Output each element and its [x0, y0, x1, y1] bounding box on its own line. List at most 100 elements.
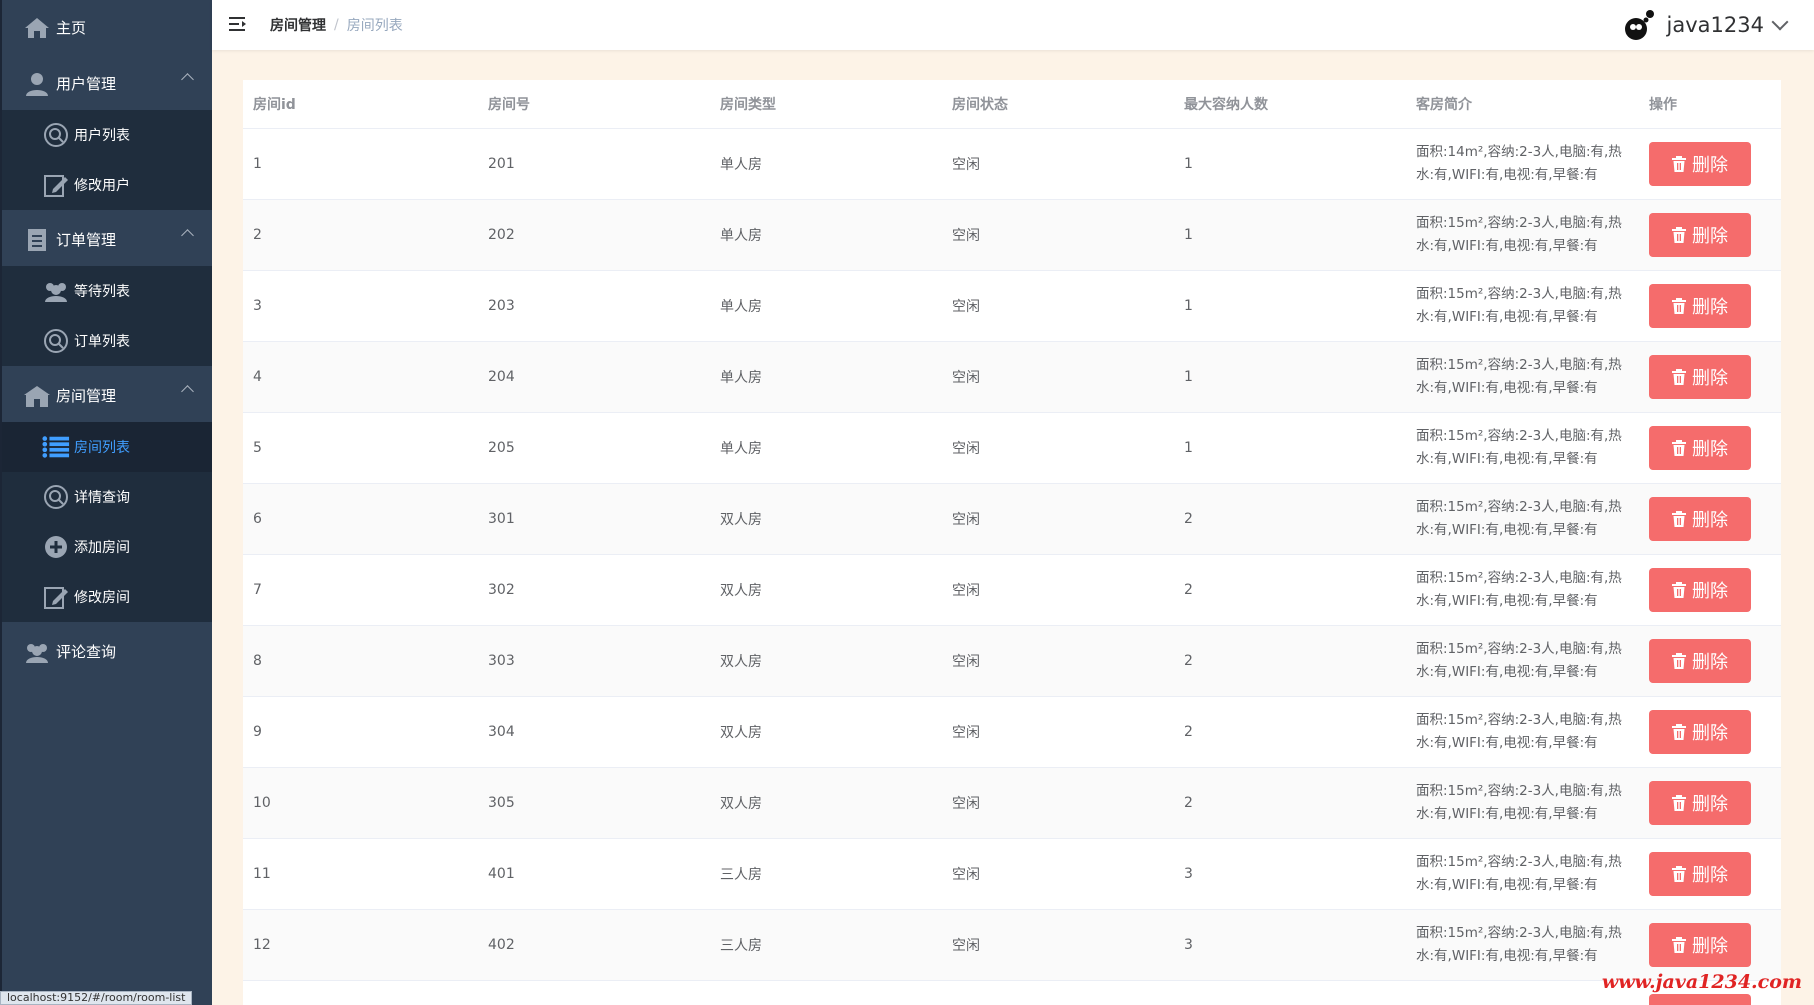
sidebar-item-user-list[interactable]: 用户列表: [2, 110, 212, 160]
table-row: 3 203 单人房 空闲 1 面积:15m²,容纳:2-3人,电脑:有,热 水:有,WIFI…: [243, 270, 1781, 342]
trash-icon: [1672, 723, 1692, 740]
description-line: 面积:15m²,容纳:2-3人,电脑:有,热: [1416, 498, 1622, 515]
cell-description: 面积:15m²,容纳:2-3人,电脑:有,热 水:有,WIFI:有,电视:有,早餐…: [1406, 767, 1639, 839]
delete-button[interactable]: 删除: [1649, 567, 1751, 612]
description-line: 水:有,WIFI:有,电视:有,早餐:有: [1416, 379, 1598, 396]
column-header-actions: 操作: [1639, 80, 1781, 129]
cell-max-occupancy: 1: [1174, 199, 1406, 271]
sidebar-label-order-mgmt: 订单管理: [56, 231, 117, 249]
room-table: 房间id 房间号 房间类型 房间状态 最大容纳人数 客房简介 操作 1 201 单人…: [243, 80, 1781, 1005]
description-line: 面积:15m²,容纳:2-3人,电脑:有,热: [1416, 853, 1622, 870]
description-line: 水:有,WIFI:有,电视:有,早餐:有: [1416, 947, 1598, 964]
sidebar-item-order-list[interactable]: 订单列表: [2, 316, 212, 366]
cell-room-status: 空闲: [942, 696, 1174, 768]
trash-icon: [1672, 368, 1692, 385]
trash-icon: [1672, 581, 1692, 598]
cell-actions: 删除: [1639, 909, 1781, 981]
sidebar-item-user-mgmt[interactable]: 用户管理: [2, 57, 212, 110]
delete-button[interactable]: 删除: [1649, 141, 1751, 186]
delete-button[interactable]: 删除: [1649, 638, 1751, 683]
delete-button[interactable]: 删除: [1649, 283, 1751, 328]
delete-button[interactable]: 删除: [1649, 780, 1751, 825]
breadcrumb-item-room-list: 房间列表: [346, 18, 403, 34]
cell-description: 面积:15m²,容纳:2-3人,电脑:有,热 水:有,WIFI:有,电视:有,早餐…: [1406, 696, 1639, 768]
delete-button-label: 删除: [1692, 225, 1728, 247]
user-dropdown[interactable]: java1234: [1623, 8, 1789, 42]
sidebar-item-room-list[interactable]: 房间列表: [2, 422, 212, 472]
sidebar-item-home[interactable]: 主页: [2, 1, 212, 54]
trash-icon: [1672, 936, 1692, 953]
cell-room-id: 12: [243, 909, 478, 981]
add-circle-icon: [42, 533, 70, 561]
cell-room-id: [243, 980, 478, 1005]
description-line: 面积:15m²,容纳:2-3人,电脑:有,热: [1416, 640, 1622, 657]
trash-icon: [1672, 297, 1692, 314]
cell-room-number: 201: [478, 128, 710, 200]
cell-room-status: [942, 980, 1174, 1005]
sidebar-label-edit-user: 修改用户: [74, 178, 130, 194]
cell-room-number: 204: [478, 341, 710, 413]
chevron-up-icon: [181, 73, 194, 86]
cell-max-occupancy: 1: [1174, 341, 1406, 413]
description-line: 面积:15m²,容纳:2-3人,电脑:有,热: [1416, 427, 1622, 444]
cell-room-id: 2: [243, 199, 478, 271]
cell-description: 面积:15m²,容纳:2-3人,电脑:有,热 水:有,WIFI:有,电视:有,早餐…: [1406, 625, 1639, 697]
watermark: www.java1234.com: [1601, 971, 1802, 993]
cell-room-type: 单人房: [710, 412, 942, 484]
description-line: 面积:15m²,容纳:2-3人,电脑:有,热: [1416, 711, 1622, 728]
hotel-icon: [22, 381, 52, 411]
delete-button-label: 删除: [1692, 154, 1728, 176]
sidebar-item-comment-query[interactable]: 评论查询: [2, 625, 212, 678]
cell-max-occupancy: 2: [1174, 767, 1406, 839]
breadcrumb: 房间管理 / 房间列表: [270, 15, 403, 35]
cell-room-number: 305: [478, 767, 710, 839]
cell-actions: 删除: [1639, 270, 1781, 342]
cell-description: 面积:15m²,容纳:2-3人,电脑:有,热 水:有,WIFI:有,电视:有,早餐…: [1406, 412, 1639, 484]
delete-button[interactable]: 删除: [1649, 425, 1751, 470]
table-row: 1 201 单人房 空闲 1 面积:14m²,容纳:2-3人,电脑:有,热 水:有,WIFI…: [243, 128, 1781, 200]
trash-icon: [1672, 439, 1692, 456]
chevron-up-icon: [181, 385, 194, 398]
sidebar-item-order-mgmt[interactable]: 订单管理: [2, 213, 212, 266]
breadcrumb-item-room-mgmt[interactable]: 房间管理: [270, 15, 326, 35]
sidebar-item-add-room[interactable]: 添加房间: [2, 522, 212, 572]
sidebar-item-wait-list[interactable]: 等待列表: [2, 266, 212, 316]
cell-room-status: 空闲: [942, 483, 1174, 555]
cell-actions: 删除: [1639, 128, 1781, 200]
cell-room-number: 302: [478, 554, 710, 626]
cell-room-status: 空闲: [942, 554, 1174, 626]
sidebar-item-edit-user[interactable]: 修改用户: [2, 160, 212, 210]
cell-description: 面积:15m²,容纳:2-3人,电脑:有,热 水:有,WIFI:有,电视:有,早餐…: [1406, 554, 1639, 626]
sidebar-item-edit-room[interactable]: 修改房间: [2, 572, 212, 622]
delete-button[interactable]: 删除: [1649, 851, 1751, 896]
delete-button[interactable]: 删除: [1649, 496, 1751, 541]
submenu-user: 用户列表 修改用户: [2, 110, 212, 210]
cell-room-number: [478, 980, 710, 1005]
delete-button[interactable]: 删除: [1649, 709, 1751, 754]
delete-button[interactable]: 删除: [1649, 212, 1751, 257]
delete-button-label: 删除: [1692, 935, 1728, 957]
trash-icon: [1672, 865, 1692, 882]
cell-room-type: 三人房: [710, 838, 942, 910]
cell-room-id: 8: [243, 625, 478, 697]
description-line: 水:有,WIFI:有,电视:有,早餐:有: [1416, 734, 1598, 751]
delete-button[interactable]: 删除: [1649, 922, 1751, 967]
cell-actions: 删除: [1639, 341, 1781, 413]
delete-button[interactable]: 删除: [1649, 993, 1751, 1005]
chevron-up-icon: [181, 229, 194, 242]
cell-room-number: 304: [478, 696, 710, 768]
hamburger-icon[interactable]: [228, 14, 248, 34]
status-bar-url: localhost:9152/#/room/room-list: [0, 991, 193, 1005]
cell-room-status: 空闲: [942, 199, 1174, 271]
sidebar-item-room-mgmt[interactable]: 房间管理: [2, 369, 212, 422]
sidebar-label-detail-query: 详情查询: [74, 490, 130, 506]
cell-max-occupancy: [1174, 980, 1406, 1005]
cell-description: 面积:14m²,容纳:2-3人,电脑:有,热 水:有,WIFI:有,电视:有,早餐…: [1406, 128, 1639, 200]
cell-room-type: 单人房: [710, 128, 942, 200]
table-row: 面积:15m²,容纳:2-3人,电脑:有,热删除: [243, 980, 1781, 1005]
cell-room-number: 203: [478, 270, 710, 342]
cell-room-id: 5: [243, 412, 478, 484]
sidebar-item-detail-query[interactable]: 详情查询: [2, 472, 212, 522]
cell-room-status: 空闲: [942, 341, 1174, 413]
delete-button[interactable]: 删除: [1649, 354, 1751, 399]
